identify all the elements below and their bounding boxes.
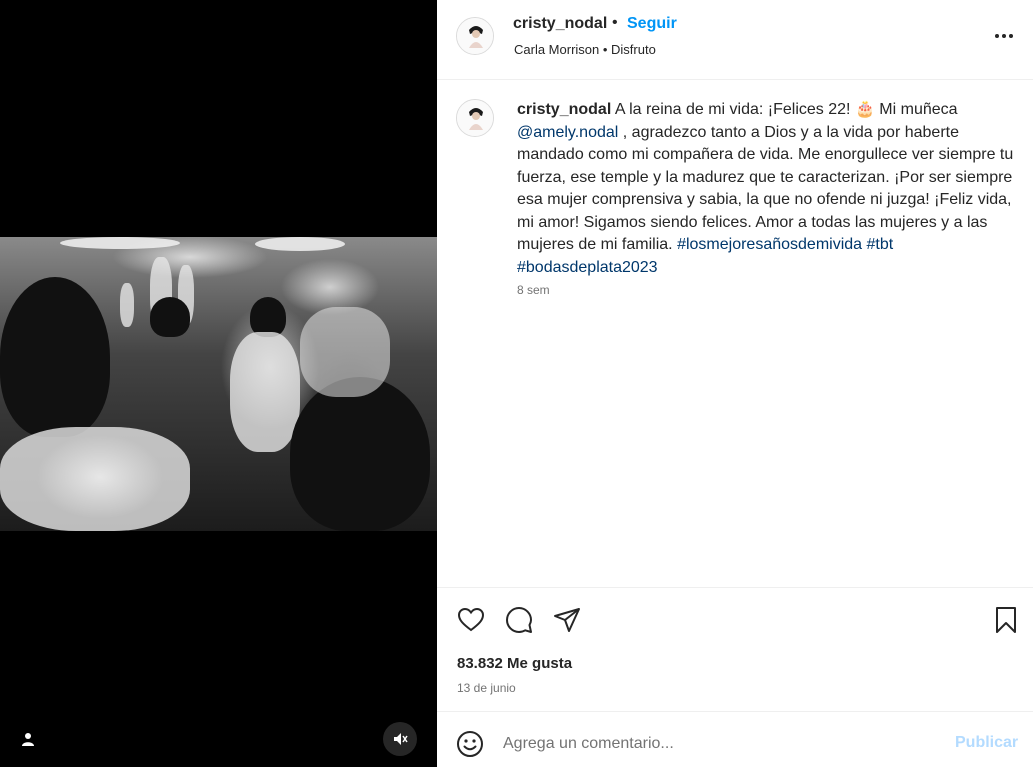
save-button[interactable] [990, 604, 1022, 636]
post-dialog: cristy_nodal • Seguir Carla Morrison • D… [0, 0, 1033, 767]
comment-composer: Publicar [437, 711, 1033, 767]
publish-button[interactable]: Publicar [955, 734, 1018, 752]
post-sidebar: cristy_nodal • Seguir Carla Morrison • D… [437, 0, 1033, 767]
caption-time: 8 sem [517, 283, 550, 297]
like-count[interactable]: 83.832 Me gusta [457, 655, 572, 672]
comment-button[interactable] [503, 604, 535, 636]
comment-icon [506, 607, 532, 633]
paper-plane-icon [554, 608, 580, 632]
share-button[interactable] [551, 604, 583, 636]
heart-icon [457, 607, 485, 632]
more-options-icon[interactable] [989, 26, 1019, 46]
follow-button[interactable]: Seguir [627, 15, 677, 33]
separator-dot: • [612, 14, 618, 31]
emoji-icon [457, 731, 483, 757]
post-media[interactable] [0, 0, 437, 767]
emoji-button[interactable] [455, 729, 485, 759]
post-header: cristy_nodal • Seguir Carla Morrison • D… [437, 0, 1033, 80]
caption-text-start: A la reina de mi vida: ¡Felices 22! 🎂 Mi… [614, 101, 958, 118]
comment-input[interactable] [503, 730, 943, 758]
caption-username[interactable]: cristy_nodal [517, 101, 611, 118]
like-button[interactable] [455, 604, 487, 636]
caption-mention[interactable]: @amely.nodal [517, 124, 618, 141]
bookmark-icon [996, 607, 1016, 633]
user-tag-icon [22, 733, 34, 746]
comments-section: cristy_nodal A la reina de mi vida: ¡Fel… [437, 81, 1033, 587]
post-caption: cristy_nodal A la reina de mi vida: ¡Fel… [517, 99, 1017, 279]
muted-speaker-icon [394, 733, 408, 745]
caption-text-body: , agradezco tanto a Dios y a la vida por… [517, 123, 1014, 254]
post-photo [0, 237, 437, 531]
author-avatar[interactable] [456, 17, 494, 55]
caption-author-avatar[interactable] [456, 99, 494, 137]
author-username[interactable]: cristy_nodal [513, 15, 607, 33]
audio-track[interactable]: Carla Morrison • Disfruto [514, 42, 656, 57]
post-actions: 83.832 Me gusta 13 de junio [437, 587, 1033, 711]
mute-button[interactable] [383, 722, 417, 756]
post-date: 13 de junio [457, 681, 516, 695]
user-tag-button[interactable] [14, 725, 42, 753]
